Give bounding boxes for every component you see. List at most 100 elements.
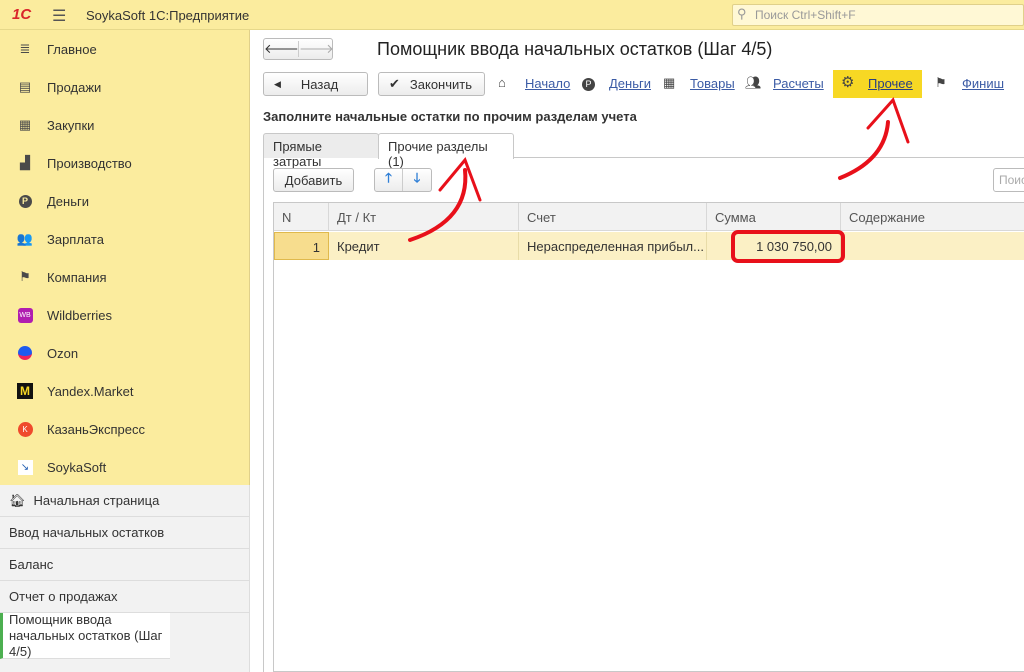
open-window-item[interactable]: Отчет о продажах bbox=[0, 581, 250, 613]
section-heading: Заполните начальные остатки по прочим ра… bbox=[263, 109, 637, 124]
sidebar-item-label: Ozon bbox=[47, 345, 79, 361]
ozon-icon bbox=[17, 345, 33, 361]
open-window-label: Помощник ввода начальных остатков (Шаг 4… bbox=[9, 611, 163, 659]
move-down-icon[interactable]: 🡓 bbox=[403, 169, 431, 191]
move-up-icon[interactable]: 🡑 bbox=[375, 169, 404, 191]
sidebar-item-label: Зарплата bbox=[47, 231, 104, 247]
column-header-content[interactable]: Содержание bbox=[841, 203, 1024, 231]
gear-icon: ⚙ bbox=[841, 74, 855, 91]
tab-direct-costs[interactable]: Прямые затраты bbox=[263, 133, 379, 169]
sidebar-item-label: Закупки bbox=[47, 117, 95, 133]
kazanexpress-icon: K bbox=[17, 421, 33, 437]
app-title: SoykaSoft 1С:Предприятие bbox=[86, 8, 250, 23]
panel-border bbox=[263, 157, 264, 672]
cell-content[interactable] bbox=[841, 232, 1024, 260]
sidebar-item-soykasoft[interactable]: ↘ SoykaSoft bbox=[0, 448, 249, 486]
arrowhead-other-step bbox=[866, 97, 910, 144]
menu-icon[interactable]: ☰ bbox=[52, 6, 66, 26]
open-window-label: Начальная страница bbox=[33, 493, 160, 508]
step-money-link[interactable]: Деньги bbox=[609, 76, 651, 91]
open-windows-panel: 🏠︎ Начальная страница Ввод начальных оста… bbox=[0, 485, 250, 672]
column-header-account[interactable]: Счет bbox=[519, 203, 707, 231]
sidebar-item-label: SoykaSoft bbox=[47, 459, 107, 475]
move-buttons: 🡑 🡓 bbox=[374, 168, 432, 192]
list-icon: ≣ bbox=[19, 41, 31, 56]
open-window-label: Отчет о продажах bbox=[9, 589, 118, 604]
data-table: N Дт / Кт Счет Сумма Содержание 1 Кредит… bbox=[273, 202, 1024, 672]
cell-dtkt[interactable]: Кредит bbox=[329, 232, 519, 260]
triangle-left-icon: ◀ bbox=[274, 78, 281, 89]
flag-icon: ⚑ bbox=[19, 269, 31, 284]
step-goods-link[interactable]: Товары bbox=[690, 76, 735, 91]
yandex-market-icon: M bbox=[17, 383, 33, 399]
open-window-item[interactable]: Ввод начальных остатков bbox=[0, 517, 250, 549]
sidebar-item-label: Wildberries bbox=[47, 307, 113, 323]
forward-arrow-icon[interactable]: 🡒 bbox=[299, 41, 334, 57]
sidebar-item-label: Главное bbox=[47, 41, 97, 57]
open-window-active[interactable]: Помощник ввода начальных остатков (Шаг 4… bbox=[0, 611, 170, 659]
sidebar-item-sales[interactable]: ▤ Продажи bbox=[0, 68, 249, 106]
history-nav: 🡐 🡒 bbox=[263, 38, 334, 60]
cart-icon: ▦ bbox=[18, 117, 32, 132]
sidebar-item-label: Деньги bbox=[47, 193, 89, 209]
open-window-home[interactable]: 🏠︎ Начальная страница bbox=[0, 485, 250, 517]
finish-label: Закончить bbox=[409, 76, 472, 92]
1c-logo: 1С bbox=[12, 6, 32, 23]
finish-button[interactable]: ✔ Закончить bbox=[378, 72, 485, 96]
open-window-item[interactable]: Баланс bbox=[0, 549, 250, 581]
arrowhead-tab bbox=[438, 157, 482, 202]
step-other-link[interactable]: Прочее bbox=[868, 76, 913, 91]
global-search-input[interactable]: ⚲ Поиск Ctrl+Shift+F bbox=[732, 4, 1024, 26]
table-search-input[interactable]: Поиск bbox=[993, 168, 1024, 192]
sidebar-item-salary[interactable]: 👥 Зарплата bbox=[0, 220, 249, 258]
basket-icon: ▤ bbox=[18, 79, 32, 94]
sidebar-item-yandex-market[interactable]: M Yandex.Market bbox=[0, 372, 249, 410]
sidebar-item-ozon[interactable]: Ozon bbox=[0, 334, 249, 372]
open-window-label: Баланс bbox=[9, 557, 54, 572]
back-button[interactable]: ◀ Назад bbox=[263, 72, 368, 96]
back-arrow-icon[interactable]: 🡐 bbox=[264, 41, 299, 57]
sidebar-item-label: Производство bbox=[47, 155, 132, 171]
sidebar-item-kazanexpress[interactable]: K КазаньЭкспресс bbox=[0, 410, 249, 448]
home-icon: 🏠︎ bbox=[9, 492, 26, 508]
column-header-dtkt[interactable]: Дт / Кт bbox=[329, 203, 519, 231]
sidebar: ≣ Главное ▤ Продажи ▦ Закупки ▟ Производство… bbox=[0, 30, 250, 485]
home-icon: ⌂ bbox=[498, 75, 506, 90]
sidebar-item-main[interactable]: ≣ Главное bbox=[0, 30, 249, 68]
step-start-link[interactable]: Начало bbox=[525, 76, 570, 91]
sidebar-item-purchases[interactable]: ▦ Закупки bbox=[0, 106, 249, 144]
open-window-label: Ввод начальных остатков bbox=[9, 525, 165, 540]
people-icon: 👥︎ bbox=[745, 75, 762, 90]
sidebar-item-label: Продажи bbox=[47, 79, 102, 95]
step-finish-link[interactable]: Финиш bbox=[962, 76, 1004, 91]
top-bar: 1С ☰ SoykaSoft 1С:Предприятие ⚲ Поиск Ctr… bbox=[0, 0, 1024, 30]
sidebar-item-label: Yandex.Market bbox=[47, 383, 134, 399]
tab-other-sections[interactable]: Прочие разделы (1) bbox=[378, 133, 514, 169]
wildberries-icon: WB bbox=[17, 307, 33, 323]
arrow-to-other-step bbox=[838, 120, 890, 180]
soykasoft-icon: ↘ bbox=[17, 459, 33, 475]
sidebar-item-money[interactable]: P Деньги bbox=[0, 182, 249, 220]
people-icon: 👥 bbox=[16, 231, 34, 246]
sidebar-item-wildberries[interactable]: WB Wildberries bbox=[0, 296, 249, 334]
factory-icon: ▟ bbox=[20, 155, 30, 170]
search-icon: ⚲ bbox=[737, 6, 747, 21]
page-title: Помощник ввода начальных остатков (Шаг 4… bbox=[377, 39, 773, 59]
checkmark-icon: ✔ bbox=[389, 76, 400, 91]
search-placeholder: Поиск Ctrl+Shift+F bbox=[755, 8, 856, 22]
sidebar-item-label: Компания bbox=[47, 269, 107, 285]
cell-n[interactable]: 1 bbox=[274, 232, 329, 260]
cell-account[interactable]: Нераспределенная прибыл... bbox=[519, 232, 707, 260]
sidebar-item-production[interactable]: ▟ Производство bbox=[0, 144, 249, 182]
step-settlements-link[interactable]: Расчеты bbox=[773, 76, 824, 91]
sum-highlight-annotation bbox=[731, 230, 845, 263]
cart-icon: ▦ bbox=[663, 75, 676, 90]
column-header-n[interactable]: N bbox=[274, 203, 329, 231]
add-button[interactable]: Добавить bbox=[273, 168, 354, 192]
column-header-sum[interactable]: Сумма bbox=[707, 203, 841, 231]
sidebar-item-company[interactable]: ⚑ Компания bbox=[0, 258, 249, 296]
flag-icon: ⚑ bbox=[935, 75, 947, 90]
sidebar-item-label: КазаньЭкспресс bbox=[47, 421, 145, 437]
back-label: Назад bbox=[300, 76, 339, 92]
ruble-icon: P bbox=[17, 193, 33, 209]
